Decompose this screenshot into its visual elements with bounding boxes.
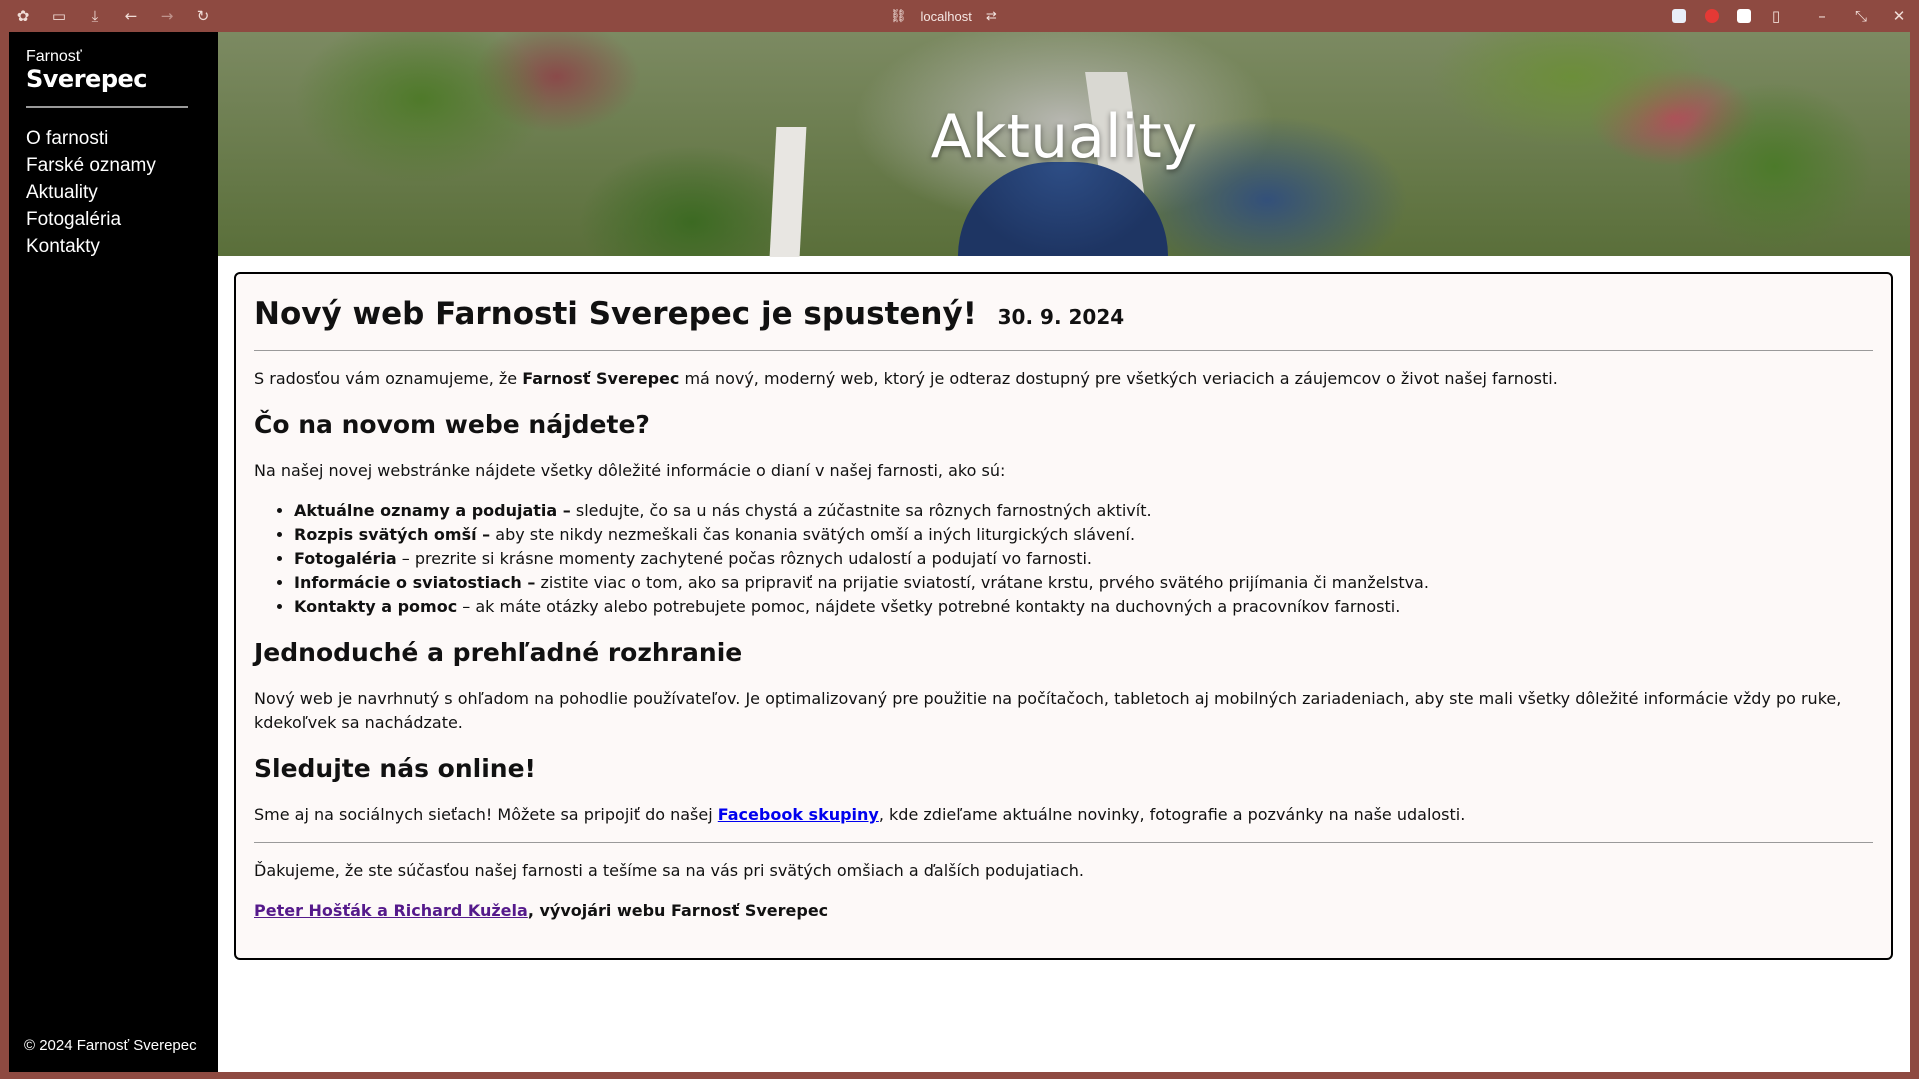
brand-name[interactable]: Sverepec [26,65,148,93]
hero-banner: Aktuality [218,32,1910,257]
list-item-bold: Rozpis svätých omší – [294,525,491,544]
section-heading-interface: Jednoduché a prehľadné rozhranie [254,638,743,667]
list-item: Aktuálne oznamy a podujatia – sledujte, … [294,499,1873,523]
link-icon: ⛓ [890,8,907,23]
authors-role: , vývojári webu Farnosť Sverepec [527,901,829,920]
adblock-extension-icon[interactable] [1705,9,1719,23]
thanks-paragraph: Ďakujeme, že ste súčasťou našej farnosti… [254,861,1084,880]
extensions-icon[interactable]: ✿ [9,0,37,32]
online-text: Sme aj na sociálnych sieťach! Môžete sa … [254,805,718,824]
list-item-text: zistite viac o tom, ako sa pripraviť na … [535,573,1429,592]
divider [254,842,1873,843]
site-settings-icon[interactable]: ⇄ [986,8,997,24]
intro-text-end: má nový, moderný web, ktorý je odteraz d… [679,369,1558,388]
list-item: Informácie o sviatostiach – zistite viac… [294,571,1873,595]
copyright: © 2024 Farnosť Sverepec [24,1037,197,1054]
list-item: Kontakty a pomoc – ak máte otázky alebo … [294,595,1873,619]
find-paragraph: Na našej novej webstránke nájdete všetky… [254,461,1006,480]
mail-extension-icon[interactable] [1672,9,1686,23]
sidebar-item-kontakty[interactable]: Kontakty [26,233,156,260]
minimize-icon[interactable]: – [1808,0,1836,32]
online-paragraph: Sme aj na sociálnych sieťach! Môžete sa … [254,803,1873,827]
feature-list: Aktuálne oznamy a podujatia – sledujte, … [254,499,1873,619]
sidebar-item-aktuality[interactable]: Aktuality [26,179,156,206]
authors-paragraph: Peter Hošťák a Richard Kužela, vývojári … [254,899,1873,923]
brand-prefix: Farnosť [26,48,82,65]
section-heading-find: Čo na novom webe nájdete? [254,410,650,439]
list-item-text: aby ste nikdy nezmeškali čas konania svä… [490,525,1136,544]
list-item: Rozpis svätých omší – aby ste nikdy nezm… [294,523,1873,547]
restore-icon[interactable]: ⤡ [1847,0,1875,32]
online-text-end: , kde zdieľame aktuálne novinky, fotogra… [878,805,1466,824]
sidebar-nav: O farnosti Farské oznamy Aktuality Fotog… [26,125,156,260]
sidebar: Farnosť Sverepec O farnosti Farské oznam… [9,32,218,1072]
page-viewport: Farnosť Sverepec O farnosti Farské oznam… [9,32,1910,1072]
sidebar-toggle-icon[interactable]: ▭ [45,0,73,32]
sidebar-item-farske-oznamy[interactable]: Farské oznamy [26,152,156,179]
intro-bold: Farnosť Sverepec [522,369,680,388]
interface-paragraph: Nový web je navrhnutý s ohľadom na pohod… [254,689,1842,732]
article-date: 30. 9. 2024 [997,305,1125,329]
article-heading: Nový web Farnosti Sverepec je spustený! … [254,294,1873,337]
article-title: Nový web Farnosti Sverepec je spustený! [254,296,977,332]
intro-text: S radosťou vám oznamujeme, že [254,369,523,388]
brand-divider [26,106,188,108]
list-item: Fotogaléria – prezrite si krásne momenty… [294,547,1873,571]
sidebar-item-o-farnosti[interactable]: O farnosti [26,125,156,152]
section-heading-online: Sledujte nás online! [254,754,536,783]
split-view-icon[interactable]: ▯ [1762,0,1790,32]
authors-link[interactable]: Peter Hošťák a Richard Kužela [254,901,528,920]
facebook-group-link[interactable]: Facebook skupiny [718,805,879,824]
list-item-text: – ak máte otázky alebo potrebujete pomoc… [457,597,1401,616]
article-card: Nový web Farnosti Sverepec je spustený! … [234,272,1893,960]
browser-toolbar: ✿ ▭ ⤓ ← → ↻ ⛓ localhost ⇄ ▯ – ⤡ ✕ [0,0,1919,32]
forward-icon[interactable]: → [153,0,181,32]
list-item-text: sledujte, čo sa u nás chystá a zúčastnit… [570,501,1152,520]
reload-icon[interactable]: ↻ [189,0,217,32]
calendar-extension-icon[interactable] [1737,9,1751,23]
back-icon[interactable]: ← [117,0,145,32]
download-icon[interactable]: ⤓ [81,0,109,32]
intro-paragraph: S radosťou vám oznamujeme, že Farnosť Sv… [254,367,1873,391]
list-item-bold: Informácie o sviatostiach – [294,573,536,592]
list-item-text: – prezrite si krásne momenty zachytené p… [396,549,1093,568]
list-item-bold: Kontakty a pomoc [294,597,458,616]
list-item-bold: Fotogaléria [294,549,397,568]
list-item-bold: Aktuálne oznamy a podujatia – [294,501,571,520]
page-title: Aktuality [930,102,1198,172]
address-bar[interactable]: ⛓ localhost ⇄ [890,0,997,32]
address-text: localhost [920,8,972,24]
close-icon[interactable]: ✕ [1885,0,1913,32]
divider [254,350,1873,351]
sidebar-item-fotogaleria[interactable]: Fotogaléria [26,206,156,233]
